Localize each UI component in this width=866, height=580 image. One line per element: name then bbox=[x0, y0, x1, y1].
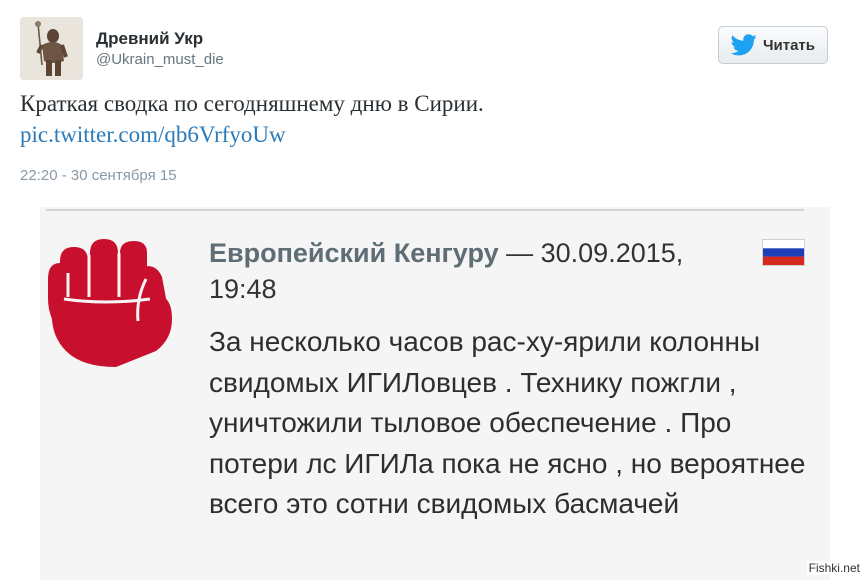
embedded-post-header: Европейский Кенгуру — 30.09.2015, 19:48 bbox=[209, 235, 729, 307]
divider bbox=[46, 209, 804, 211]
avatar[interactable] bbox=[20, 17, 83, 80]
watermark: Fishki.net bbox=[806, 561, 862, 575]
twitter-bird-icon bbox=[730, 34, 757, 56]
fist-icon bbox=[48, 239, 172, 367]
author-handle[interactable]: @Ukrain_must_die bbox=[96, 51, 224, 68]
tweet-text: Краткая сводка по сегодняшнему дню в Сир… bbox=[20, 91, 484, 116]
embedded-post-image: Европейский Кенгуру — 30.09.2015, 19:48 … bbox=[40, 207, 830, 580]
follow-label: Читать bbox=[762, 36, 816, 54]
tweet-media-link[interactable]: pic.twitter.com/qb6VrfyoUw bbox=[20, 119, 286, 150]
avatar-photo bbox=[20, 17, 83, 80]
tweet-timestamp[interactable]: 22:20 - 30 сентября 15 bbox=[20, 167, 177, 184]
follow-button[interactable]: Читать bbox=[718, 26, 828, 64]
author-name[interactable]: Древний Укр bbox=[96, 29, 203, 49]
embedded-post-body: За несколько часов рас-ху-ярили колонны … bbox=[209, 326, 806, 519]
embedded-post-time: 19:48 bbox=[209, 274, 277, 304]
embedded-post-author: Европейский Кенгуру bbox=[209, 238, 499, 268]
russian-flag-icon bbox=[763, 240, 804, 265]
embedded-post-date: — 30.09.2015, bbox=[506, 238, 684, 268]
